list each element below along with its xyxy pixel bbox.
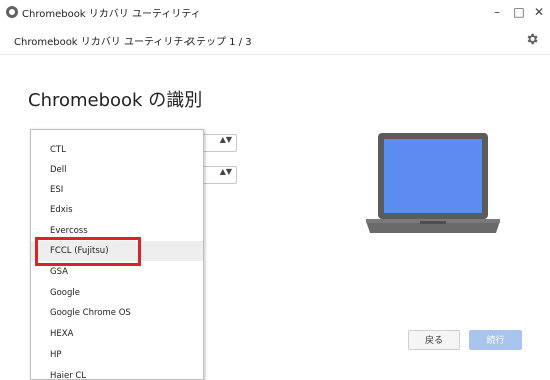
list-item[interactable]: CTL bbox=[31, 140, 203, 160]
back-button[interactable]: 戻る bbox=[408, 330, 460, 350]
header-app-name: Chromebook リカバリ ユーティリティ bbox=[14, 37, 193, 48]
list-item[interactable]: Google Chrome OS bbox=[31, 303, 203, 323]
settings-gear-icon[interactable] bbox=[525, 32, 539, 46]
list-item[interactable]: HEXA bbox=[31, 324, 203, 344]
select-arrows-icon: ▲▼ bbox=[219, 135, 232, 144]
app-header: Chromebook リカバリ ユーティリティ › ステップ 1 / 3 bbox=[0, 24, 550, 55]
select-arrows-icon: ▲▼ bbox=[219, 167, 232, 176]
list-item[interactable]: Google bbox=[31, 283, 203, 303]
minimize-button[interactable]: – bbox=[488, 3, 506, 21]
page-title: Chromebook の識別 bbox=[28, 90, 203, 111]
window-title: Chromebook リカバリ ユーティリティ bbox=[22, 9, 201, 20]
list-item[interactable]: Dell bbox=[31, 160, 203, 180]
continue-button[interactable]: 続行 bbox=[469, 330, 522, 350]
recovery-app-icon bbox=[6, 6, 18, 18]
list-item[interactable]: ESI bbox=[31, 180, 203, 200]
step-indicator: ステップ 1 / 3 bbox=[186, 37, 252, 48]
chromebook-laptop-icon bbox=[366, 133, 500, 233]
close-button[interactable]: ✕ bbox=[530, 3, 548, 21]
list-item[interactable]: Edxis bbox=[31, 200, 203, 220]
list-item[interactable]: HP bbox=[31, 345, 203, 365]
manufacturer-select[interactable]: ▲▼ bbox=[200, 134, 237, 152]
annotation-highlight-box bbox=[35, 237, 141, 266]
maximize-button[interactable]: □ bbox=[510, 3, 528, 21]
product-select[interactable]: ▲▼ bbox=[200, 166, 237, 184]
breadcrumb-separator: › bbox=[176, 32, 181, 45]
title-bar: Chromebook リカバリ ユーティリティ – □ ✕ bbox=[0, 0, 550, 24]
